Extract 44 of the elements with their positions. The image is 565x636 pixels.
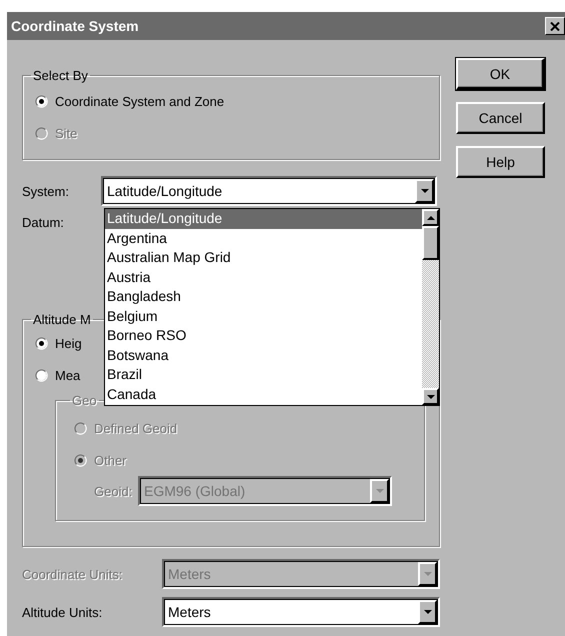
list-item[interactable]: Belgium	[105, 306, 422, 326]
list-item[interactable]: Borneo RSO	[105, 326, 422, 346]
scrollbar[interactable]	[422, 209, 439, 405]
scroll-thumb[interactable]	[422, 226, 439, 260]
dialog-button[interactable]: OK	[456, 58, 545, 90]
close-button[interactable]	[545, 17, 565, 35]
down-arrow-icon	[374, 487, 384, 495]
dropdown-button[interactable]	[418, 600, 437, 624]
dropdown-button[interactable]	[415, 179, 434, 203]
list-item[interactable]: Brazil	[105, 365, 422, 384]
list-item[interactable]: Bangladesh	[105, 287, 422, 306]
down-arrow-icon	[422, 608, 432, 616]
radio-label[interactable]: Mea	[55, 368, 80, 382]
scroll-up-button[interactable]	[422, 209, 439, 226]
down-arrow-icon	[422, 570, 432, 578]
list-item[interactable]: Canada	[105, 384, 422, 404]
field-label: Coordinate Units:	[22, 566, 124, 582]
close-icon	[550, 22, 560, 30]
list-item[interactable]: Austria	[105, 268, 422, 287]
list-item[interactable]: Latitude/Longitude	[105, 209, 422, 228]
radio-label[interactable]: Heig	[55, 336, 82, 350]
dropdown-field[interactable]: Meters	[162, 597, 440, 627]
radio-button[interactable]	[35, 94, 48, 108]
dialog-button[interactable]: Cancel	[456, 102, 545, 134]
dropdown-list[interactable]: Latitude/Longitude Argentina Australian Map Grid Austria Bangladesh Belgium Borneo RSO Botswana Brazil Canada	[104, 208, 440, 406]
group-label: Altitude M	[32, 312, 92, 327]
dialog-button[interactable]: Help	[456, 146, 545, 178]
scroll-down-button[interactable]	[422, 388, 439, 405]
radio-button[interactable]	[35, 368, 48, 382]
field-label: System:	[22, 184, 70, 198]
list-item[interactable]: Argentina	[105, 228, 422, 248]
up-arrow-icon	[426, 214, 436, 222]
dropdown-field[interactable]: Latitude/Longitude	[101, 176, 437, 206]
radio-button[interactable]	[35, 336, 48, 350]
field-label: Geoid:	[94, 484, 134, 498]
radio-label[interactable]: Coordinate System and Zone	[55, 94, 224, 108]
down-arrow-icon	[426, 392, 436, 400]
group-label: Select By	[32, 68, 89, 83]
window-title: Coordinate System	[11, 18, 139, 34]
field-label: Datum:	[22, 214, 65, 230]
list-item[interactable]: Australian Map Grid	[105, 248, 422, 268]
down-arrow-icon	[420, 187, 430, 195]
field-label: Altitude Units:	[22, 604, 104, 620]
list-item[interactable]: Botswana	[105, 346, 422, 365]
